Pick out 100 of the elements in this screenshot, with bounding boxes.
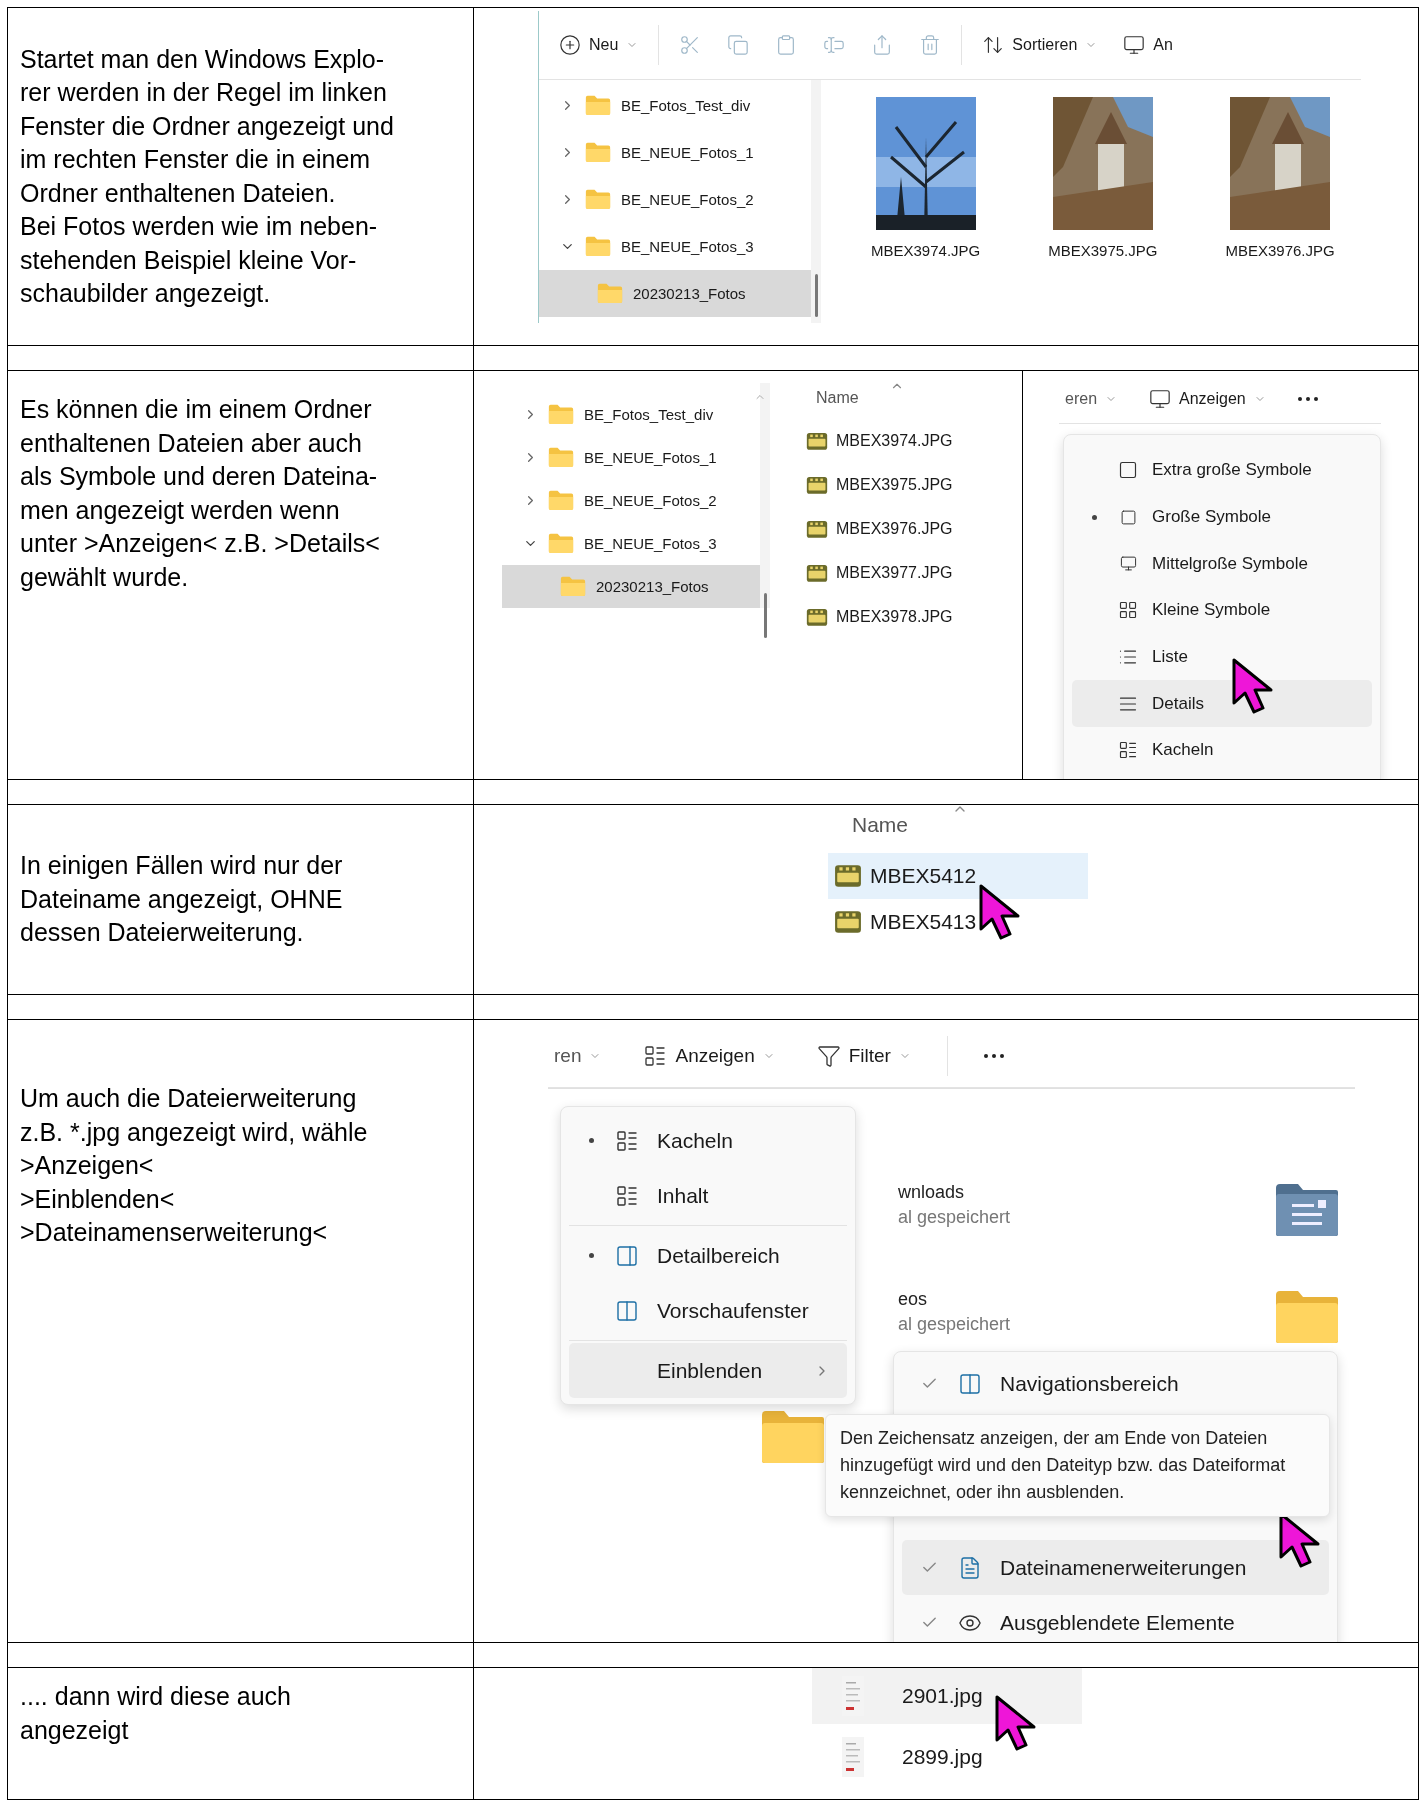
folder-name[interactable]: BE_NEUE_Fotos_1 <box>621 144 754 161</box>
menu-item[interactable]: Inhalt <box>569 1168 847 1223</box>
toolbar-button[interactable]: ren <box>548 1041 608 1071</box>
description-text: Startet man den Windows Explo- rer werden in der Regel im linken Fenster die Ordner angezeigt und im rechten Fenster die in einem Ordner enthaltenen Dateien. Bei Fotos werden wie im neben- stehenden Beispiel kleine Vor- schaubilder angezeigt. <box>20 43 394 309</box>
menu-item[interactable]: Kacheln <box>1072 727 1372 774</box>
folder-icon <box>560 576 586 597</box>
image-file-icon <box>834 864 862 888</box>
file-name[interactable]: 2901.jpg <box>902 1684 983 1708</box>
folder-name[interactable]: BE_NEUE_Fotos_2 <box>584 492 717 509</box>
menu-item[interactable]: Navigationsbereich <box>902 1356 1329 1411</box>
menu-item[interactable]: Große Symbole <box>1072 493 1372 541</box>
sort-icon <box>982 34 1005 56</box>
file-name[interactable]: MBEX3974.JPG <box>871 242 981 259</box>
file-name[interactable]: 2899.jpg <box>902 1745 983 1769</box>
folder-name[interactable]: BE_Fotos_Test_div <box>621 97 751 114</box>
menu-item[interactable]: Extra große Symbole <box>1072 447 1372 494</box>
file-name[interactable]: MBEX3978.JPG <box>836 608 953 626</box>
documents-folder-icon <box>1274 1182 1340 1238</box>
menu-item[interactable]: Mittelgroße Symbole <box>1072 540 1372 588</box>
image-file-icon <box>806 431 828 451</box>
image-file-icon <box>834 910 862 934</box>
folder-icon <box>760 1409 826 1465</box>
folder-icon <box>548 447 574 468</box>
menu-item[interactable]: Vorschaufenster <box>569 1283 847 1338</box>
trash-icon <box>919 34 942 56</box>
selected-file-row[interactable]: MBEX5412 <box>828 853 1088 899</box>
grid-icon <box>1118 600 1138 621</box>
monitor-icon <box>1149 388 1172 410</box>
add-icon <box>559 34 581 56</box>
file-name[interactable]: MBEX5412 <box>870 864 977 888</box>
folder-name[interactable]: BE_Fotos_Test_div <box>584 406 714 423</box>
file-name[interactable]: MBEX3975.JPG <box>836 476 953 494</box>
selected-tree-row[interactable]: 20230213_Fotos <box>502 565 760 608</box>
column-header[interactable]: Name <box>800 389 990 419</box>
copy-icon <box>727 34 750 56</box>
toolbar-button[interactable]: Filter <box>810 1040 917 1072</box>
column-header[interactable]: Name <box>828 813 1088 853</box>
tiles-icon <box>1118 740 1138 761</box>
folder-icon <box>585 236 611 257</box>
scrollbar-thumb[interactable] <box>764 593 767 638</box>
panel-icon <box>615 1298 639 1323</box>
toolbar-button[interactable]: Sortieren <box>976 30 1104 60</box>
menu-item[interactable]: Kleine Symbole <box>1072 587 1372 634</box>
image-file-icon <box>806 475 828 495</box>
file-name[interactable]: MBEX3975.JPG <box>1048 242 1158 259</box>
more-icon <box>1297 397 1318 401</box>
folder-name[interactable]: BE_NEUE_Fotos_3 <box>621 238 754 255</box>
document-thumbnail-icon <box>840 1735 866 1779</box>
file-icon <box>958 1555 982 1580</box>
file-name[interactable]: MBEX3976.JPG <box>836 520 953 538</box>
menu-item[interactable]: Details <box>1072 680 1372 728</box>
rename-icon <box>823 34 846 56</box>
folder-icon <box>585 142 611 163</box>
folder-icon <box>548 533 574 554</box>
folder-icon <box>548 404 574 425</box>
menu-item[interactable]: Dateinamenerweiterungen <box>902 1540 1329 1595</box>
tooltip-text: Den Zeichensatz anzeigen, der am Ende von Dateien hinzugefügt wird und den Dateityp bzw. das Dateiformat kennzeichnet, oder ihn ausblenden. <box>825 1414 1330 1517</box>
image-file-icon <box>806 563 828 583</box>
item-subtitle: al gespeichert <box>898 1207 1011 1228</box>
monitor-icon <box>1119 555 1137 573</box>
folder-icon <box>585 95 611 116</box>
menu-item[interactable]: Kacheln <box>569 1113 847 1168</box>
image-file-icon <box>806 519 828 539</box>
selected-file-row[interactable]: 2901.jpg <box>812 1668 1082 1724</box>
folder-icon <box>597 283 623 304</box>
toolbar-button[interactable]: eren <box>1059 386 1124 412</box>
description-text: Um auch die Dateierweiterung z.B. *.jpg angezeigt wird, wähle >Anzeigen< >Einblenden< >Dateinamenserweiterung< <box>20 1083 368 1248</box>
folder-name[interactable]: 20230213_Fotos <box>633 285 746 302</box>
menu-item[interactable]: Detailbereich <box>569 1228 847 1283</box>
folder-name[interactable]: 20230213_Fotos <box>596 578 709 595</box>
image-file-icon <box>806 607 828 627</box>
file-name[interactable]: MBEX3976.JPG <box>1225 242 1335 259</box>
file-name[interactable]: MBEX5413 <box>870 910 977 934</box>
more-icon <box>983 1054 1004 1058</box>
square-icon <box>1119 508 1137 526</box>
square-icon <box>1118 460 1138 481</box>
filter-icon <box>816 1044 841 1068</box>
folder-name[interactable]: BE_NEUE_Fotos_1 <box>584 449 717 466</box>
menu-item[interactable]: Liste <box>1072 633 1372 681</box>
selected-tree-row[interactable]: 20230213_Fotos <box>539 270 811 317</box>
description-text: .... dann wird diese auch angezeigt <box>20 1681 291 1746</box>
folder-icon <box>1274 1289 1340 1345</box>
folder-name[interactable]: BE_NEUE_Fotos_2 <box>621 191 754 208</box>
menu-item[interactable]: Ausgeblendete Elemente <box>902 1595 1329 1642</box>
item-title: wnloads <box>898 1182 966 1203</box>
folder-icon <box>548 490 574 511</box>
toolbar-button[interactable]: Neu <box>553 30 645 60</box>
tiles-icon <box>615 1128 639 1153</box>
scrollbar-thumb[interactable] <box>815 274 818 317</box>
menu-item[interactable]: Einblenden <box>569 1343 847 1398</box>
folder-icon <box>585 189 611 210</box>
panel-icon <box>615 1243 639 1268</box>
toolbar-button[interactable]: Anzeigen <box>637 1040 781 1072</box>
item-title: eos <box>898 1289 929 1310</box>
toolbar-button[interactable]: An <box>1117 30 1179 60</box>
toolbar-button[interactable]: Anzeigen <box>1143 384 1272 414</box>
item-subtitle: al gespeichert <box>898 1314 1011 1335</box>
file-name[interactable]: MBEX3974.JPG <box>836 432 953 450</box>
file-name[interactable]: MBEX3977.JPG <box>836 564 953 582</box>
folder-name[interactable]: BE_NEUE_Fotos_3 <box>584 535 717 552</box>
